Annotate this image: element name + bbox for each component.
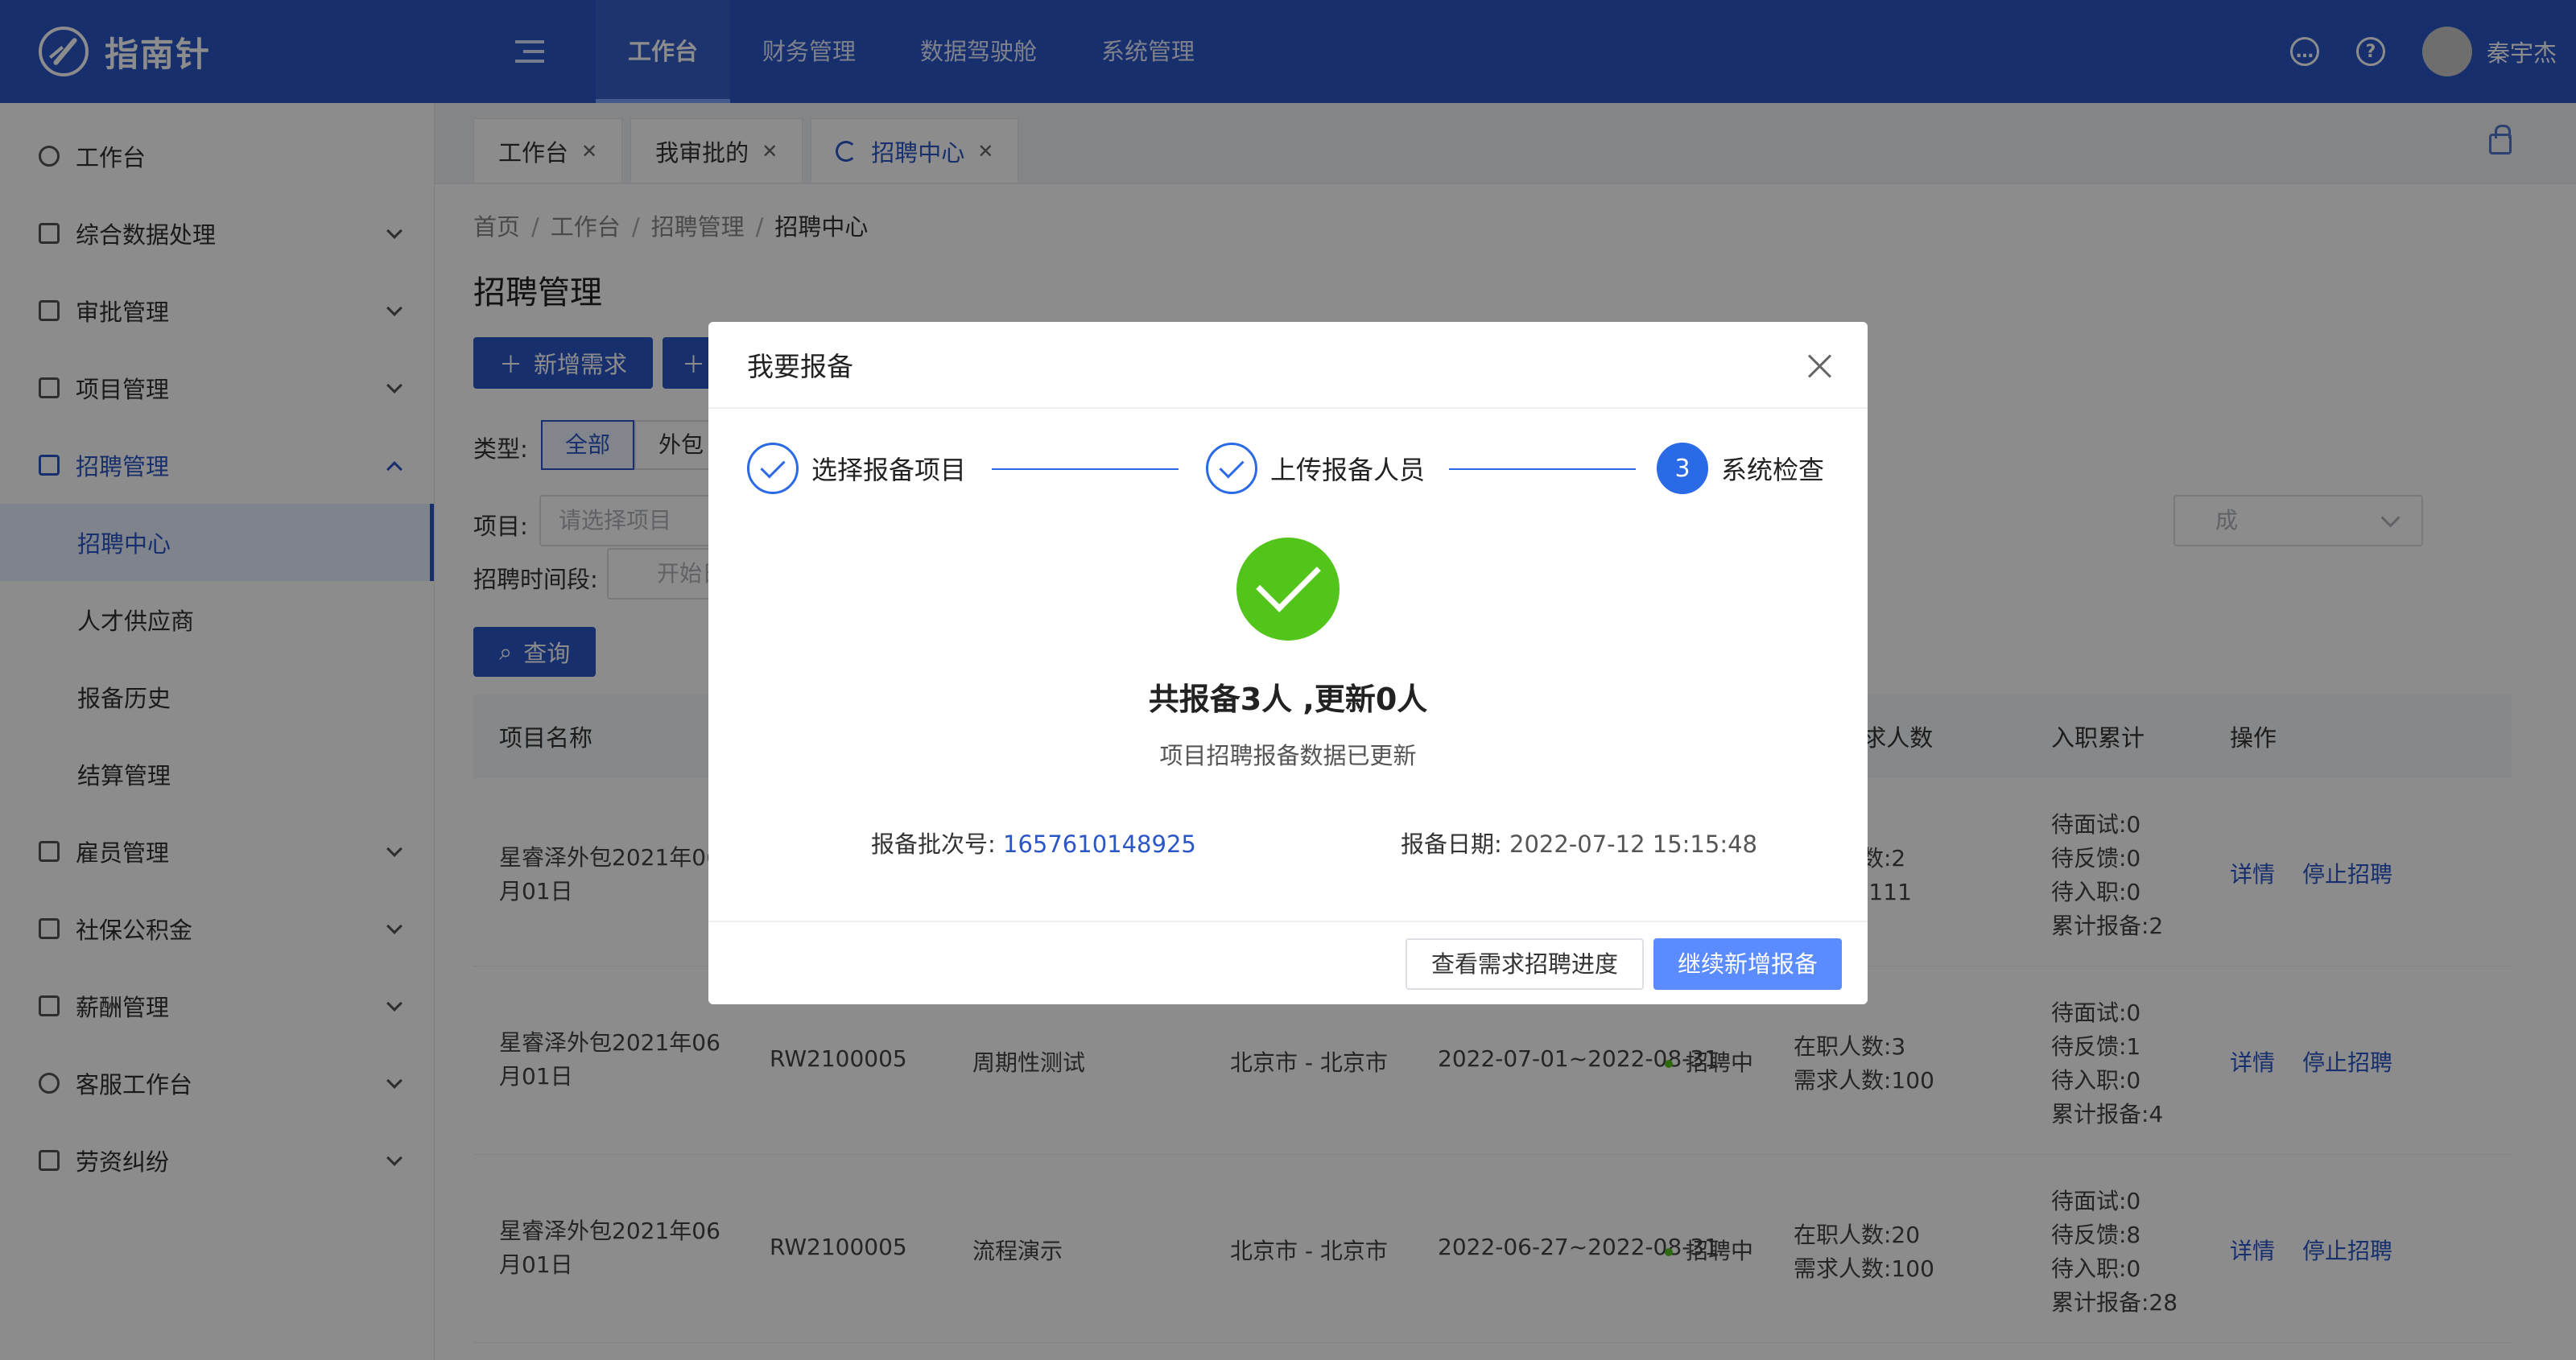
step-label: 上传报备人员 xyxy=(1270,455,1426,485)
result-title: 共报备3人 ,更新0人 xyxy=(1148,682,1428,717)
check-icon xyxy=(1206,443,1257,494)
steps: 选择报备项目 上传报备人员 3 系统检查 xyxy=(747,443,1834,499)
batch-label: 报备批次号: xyxy=(871,830,996,858)
close-icon[interactable] xyxy=(1806,352,1832,378)
success-check-icon xyxy=(1236,538,1340,641)
step-select-project: 选择报备项目 xyxy=(747,443,966,494)
report-modal: 我要报备 选择报备项目 上传报备人员 3 系统检查 共报备3人 ,更新0人 项目… xyxy=(708,322,1868,1004)
modal-header: 我要报备 xyxy=(708,322,1868,409)
step-label: 选择报备项目 xyxy=(811,455,967,485)
date-label: 报备日期: xyxy=(1401,830,1502,858)
step-connector xyxy=(1449,468,1636,470)
step-label: 系统检查 xyxy=(1721,455,1825,485)
modal-title: 我要报备 xyxy=(747,351,853,382)
check-icon xyxy=(747,443,799,494)
step-system-check: 3 系统检查 xyxy=(1657,443,1824,494)
batch-number[interactable]: 1657610148925 xyxy=(1003,830,1196,858)
batch-info: 报备批次号: 1657610148925 xyxy=(871,826,1196,859)
step-upload-people: 上传报备人员 xyxy=(1206,443,1425,494)
continue-add-button[interactable]: 继续新增报备 xyxy=(1653,938,1842,990)
date-info: 报备日期: 2022-07-12 15:15:48 xyxy=(1401,826,1757,859)
step-number: 3 xyxy=(1657,443,1708,494)
view-progress-button[interactable]: 查看需求招聘进度 xyxy=(1405,938,1644,990)
report-date: 2022-07-12 15:15:48 xyxy=(1509,830,1757,858)
step-connector xyxy=(992,468,1179,470)
modal-footer: 查看需求招聘进度 继续新增报备 xyxy=(708,921,1868,1004)
result-subtitle: 项目招聘报备数据已更新 xyxy=(1159,742,1417,769)
